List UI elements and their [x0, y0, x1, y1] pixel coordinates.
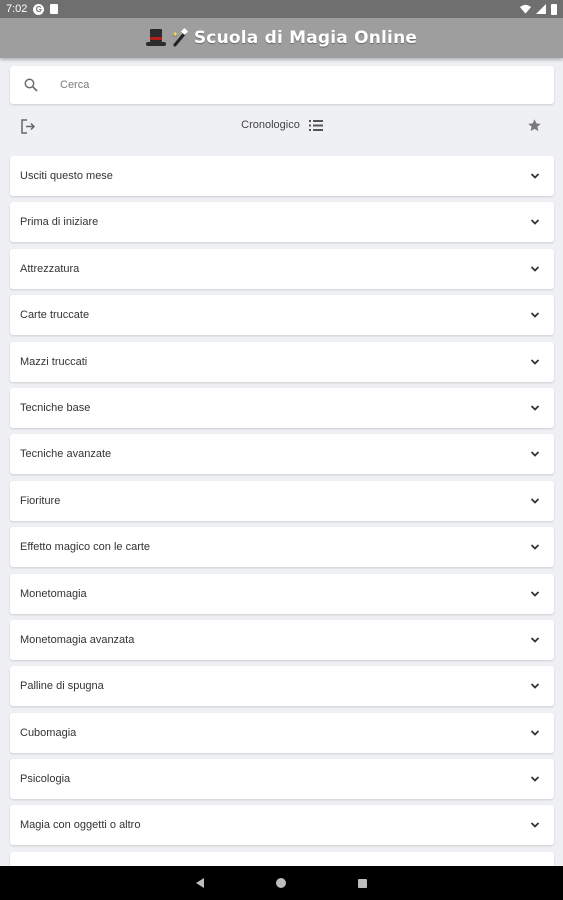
chevron-down-icon [530, 683, 540, 690]
status-right [520, 3, 557, 15]
chevron-down-icon [530, 544, 540, 550]
navigation-bar [0, 866, 563, 900]
search-input[interactable] [60, 79, 520, 91]
category-item[interactable]: Cubomagia [10, 712, 554, 753]
magic-wand-icon: ✦ [172, 27, 188, 47]
category-list: Usciti questo mese Prima di iniziare Attre… [10, 156, 554, 898]
category-item[interactable]: Effetto magico con le carte [10, 527, 554, 568]
category-label: Tecniche base [20, 401, 91, 414]
category-item[interactable]: Magia con oggetti o altro [10, 805, 554, 846]
chevron-down-icon [530, 590, 540, 597]
sort-label: Cronologico [241, 119, 300, 131]
category-item[interactable]: Palline di spugna [10, 666, 554, 707]
app-title: ✦ Scuola di Magia Online [145, 27, 418, 48]
category-item[interactable]: Mazzi truccati [10, 341, 554, 382]
category-label: Fioriture [20, 494, 61, 507]
chevron-down-icon [530, 451, 540, 458]
signal-icon [536, 4, 546, 14]
category-label: Palline di spugna [20, 680, 104, 693]
status-bar: 7:02 G [0, 0, 563, 18]
category-label: Monetomagia avanzata [20, 633, 135, 646]
category-item[interactable]: Tecniche avanzate [10, 434, 554, 475]
category-item[interactable]: Monetomagia [10, 573, 554, 614]
category-item[interactable]: Attrezzatura [10, 248, 554, 289]
category-label: Mazzi truccati [20, 355, 88, 368]
category-label: Usciti questo mese [20, 170, 113, 182]
google-notification-icon: G [33, 3, 45, 15]
category-item[interactable]: Carte truccate [10, 295, 554, 336]
chevron-down-icon [530, 266, 540, 272]
search-box[interactable] [10, 66, 554, 104]
home-icon[interactable] [276, 878, 286, 888]
search-icon [24, 78, 38, 92]
category-label: Magia con oggetti o altro [20, 819, 141, 832]
category-item[interactable]: Prima di iniziare [10, 202, 554, 243]
recents-icon[interactable] [358, 878, 367, 888]
battery-icon [551, 3, 557, 15]
category-label: Psicologia [20, 773, 71, 786]
chevron-down-icon [530, 173, 540, 179]
wifi-icon [520, 4, 531, 14]
chevron-down-icon [530, 822, 540, 829]
status-left: 7:02 G [6, 3, 59, 15]
chevron-down-icon [530, 358, 540, 365]
category-label: Prima di iniziare [20, 216, 99, 229]
toolbar: Cronologico [10, 112, 554, 142]
category-item[interactable]: Fioriture [10, 480, 554, 521]
chevron-down-icon [530, 405, 540, 411]
app-bar: ✦ Scuola di Magia Online [0, 18, 563, 58]
category-item[interactable]: Usciti questo mese [10, 156, 554, 196]
app-title-text: Scuola di Magia Online [193, 28, 418, 48]
category-item[interactable]: Psicologia [10, 759, 554, 800]
sort-selector[interactable]: Cronologico [10, 119, 554, 131]
category-label: Monetomagia [20, 587, 87, 600]
status-time: 7:02 [6, 3, 28, 15]
category-item[interactable]: Monetomagia avanzata [10, 619, 554, 660]
chevron-down-icon [530, 498, 540, 504]
list-icon [308, 119, 323, 131]
chevron-down-icon [530, 637, 540, 643]
category-label: Carte truccate [20, 309, 90, 322]
category-label: Attrezzatura [20, 262, 80, 275]
chevron-down-icon [530, 219, 540, 226]
chevron-down-icon [530, 776, 540, 782]
category-label: Tecniche avanzate [20, 448, 112, 461]
chevron-down-icon [530, 312, 540, 318]
magic-hat-icon [145, 29, 166, 47]
category-label: Effetto magico con le carte [20, 541, 151, 554]
back-icon[interactable] [196, 878, 204, 888]
category-label: Cubomagia [20, 726, 77, 739]
category-item[interactable]: Tecniche base [10, 387, 554, 428]
chevron-down-icon [530, 730, 540, 736]
star-icon[interactable] [527, 118, 542, 138]
notification-icon [50, 4, 59, 14]
